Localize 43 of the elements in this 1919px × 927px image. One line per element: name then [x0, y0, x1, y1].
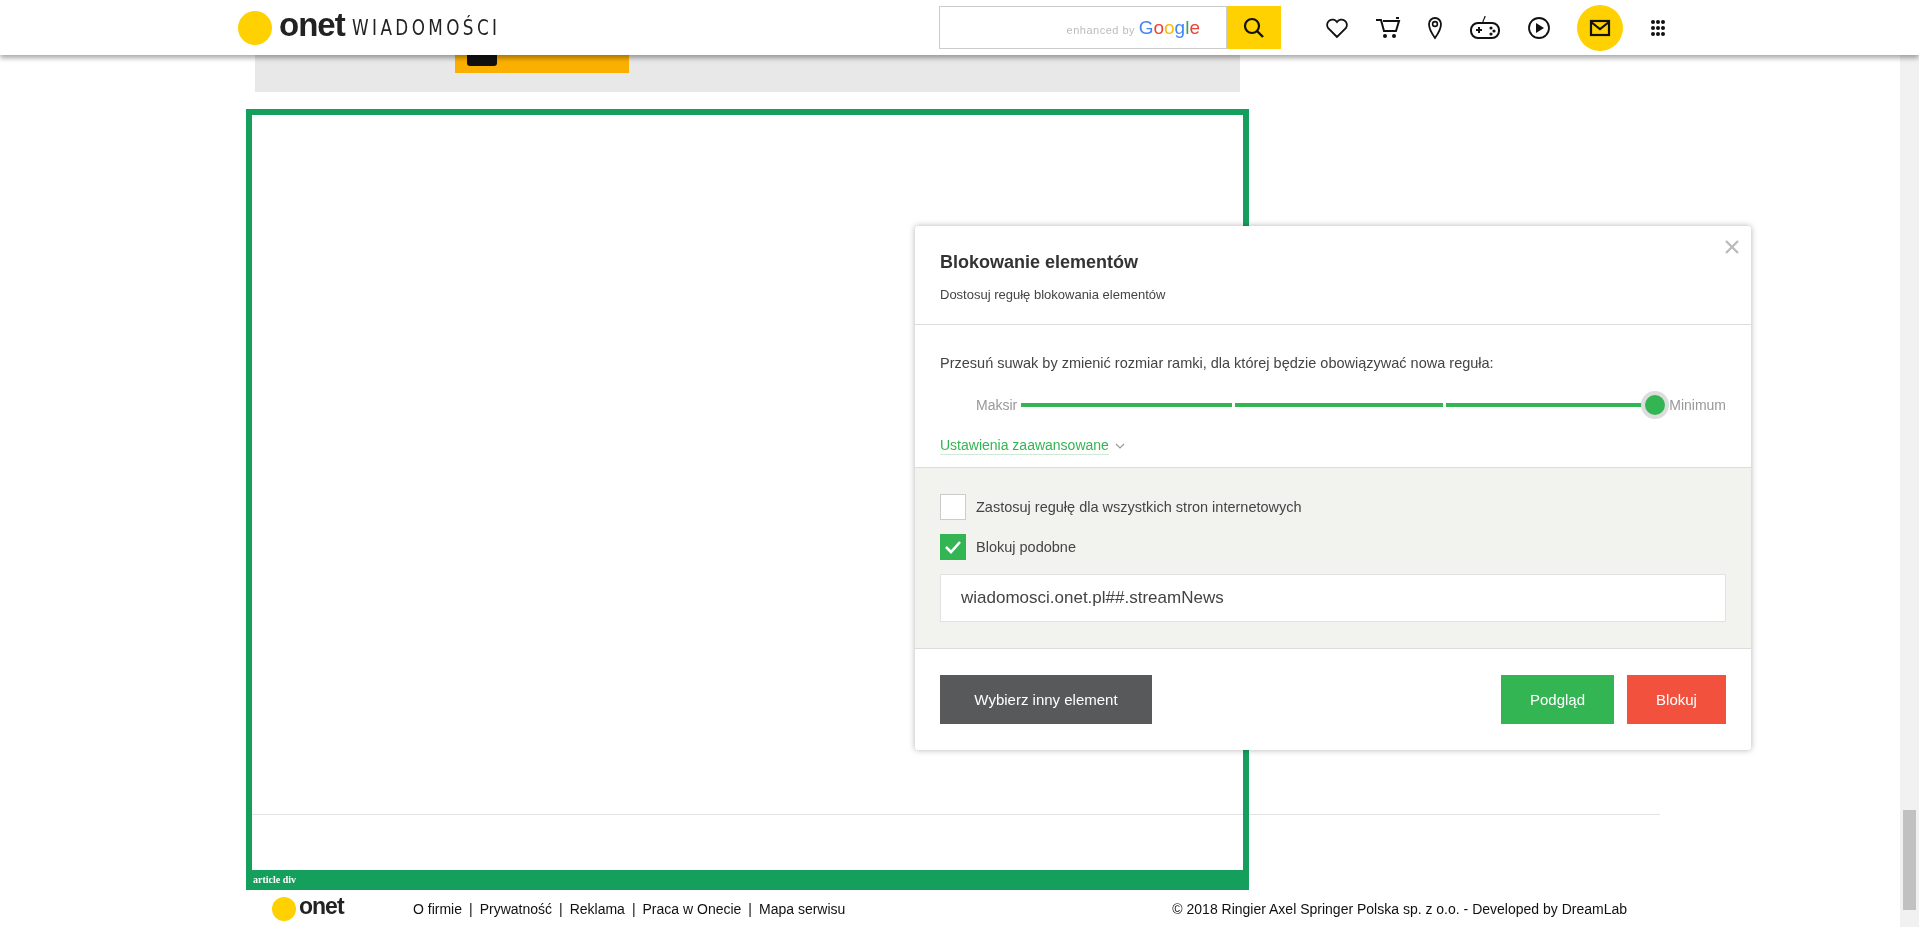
logo-circle-icon: [238, 10, 272, 45]
logo-circle-icon: [272, 896, 296, 921]
search-icon: [1243, 16, 1265, 39]
footer-link[interactable]: Mapa serwisu: [759, 900, 846, 917]
select-element-button[interactable]: Wybierz inny element: [940, 675, 1152, 724]
copyright-text: © 2018 Ringier Axel Springer Polska sp. z o.o. - Developed by DreamLab: [1172, 900, 1627, 917]
footer-link[interactable]: Reklama: [569, 900, 625, 917]
play-icon[interactable]: [1527, 15, 1551, 40]
checkbox-label[interactable]: Zastosuj regułę dla wszystkich stron internetowych: [976, 499, 1302, 515]
search-branding: enhanced by Google: [1066, 16, 1200, 39]
rule-input-field[interactable]: wiadomosci.onet.pl##.streamNews: [940, 574, 1726, 622]
logo-text[interactable]: onet: [279, 5, 345, 44]
footer-link[interactable]: Prywatność: [479, 900, 552, 917]
footer-logo-text[interactable]: onet: [299, 893, 344, 920]
dialog-title: Blokowanie elementów: [940, 252, 1140, 273]
chevron-down-icon[interactable]: [1114, 443, 1125, 449]
section-title[interactable]: WIADOMOŚCI: [351, 15, 501, 40]
link-separator: |: [559, 900, 563, 917]
slider-thumb[interactable]: [1641, 391, 1670, 419]
mail-icon[interactable]: [1577, 4, 1623, 51]
link-separator: |: [748, 900, 752, 917]
location-pin-icon[interactable]: [1427, 15, 1443, 40]
checkbox[interactable]: [940, 494, 966, 520]
gamepad-icon[interactable]: [1469, 13, 1501, 42]
slider-max-label: Minimum: [1669, 397, 1726, 413]
search-button[interactable]: [1227, 6, 1281, 49]
slider-min-label: Maksir: [976, 397, 1019, 413]
apps-grid-icon[interactable]: [1649, 18, 1667, 37]
footer-link[interactable]: O firmie: [413, 900, 462, 917]
dialog-subtitle: Dostosuj regułę blokowania elementów: [940, 287, 1167, 302]
checkbox-label[interactable]: Blokuj podobne: [976, 539, 1076, 555]
footer-link[interactable]: Praca w Onecie: [642, 900, 742, 917]
letter-button[interactable]: [455, 55, 629, 73]
slider-instruction: Przesuń suwak by zmienić rozmiar ramki, dla której będzie obowiązywać nowa reguła:: [940, 355, 1495, 371]
cart-icon[interactable]: [1375, 15, 1401, 40]
check-icon: [944, 540, 962, 554]
link-separator: |: [469, 900, 473, 917]
checkbox[interactable]: [940, 534, 966, 560]
scrollbar-thumb[interactable]: [1903, 810, 1916, 910]
heart-icon[interactable]: [1325, 16, 1349, 39]
link-separator: |: [631, 900, 636, 917]
slider-track[interactable]: [1021, 391, 1670, 419]
search-field[interactable]: enhanced by Google: [939, 6, 1227, 49]
